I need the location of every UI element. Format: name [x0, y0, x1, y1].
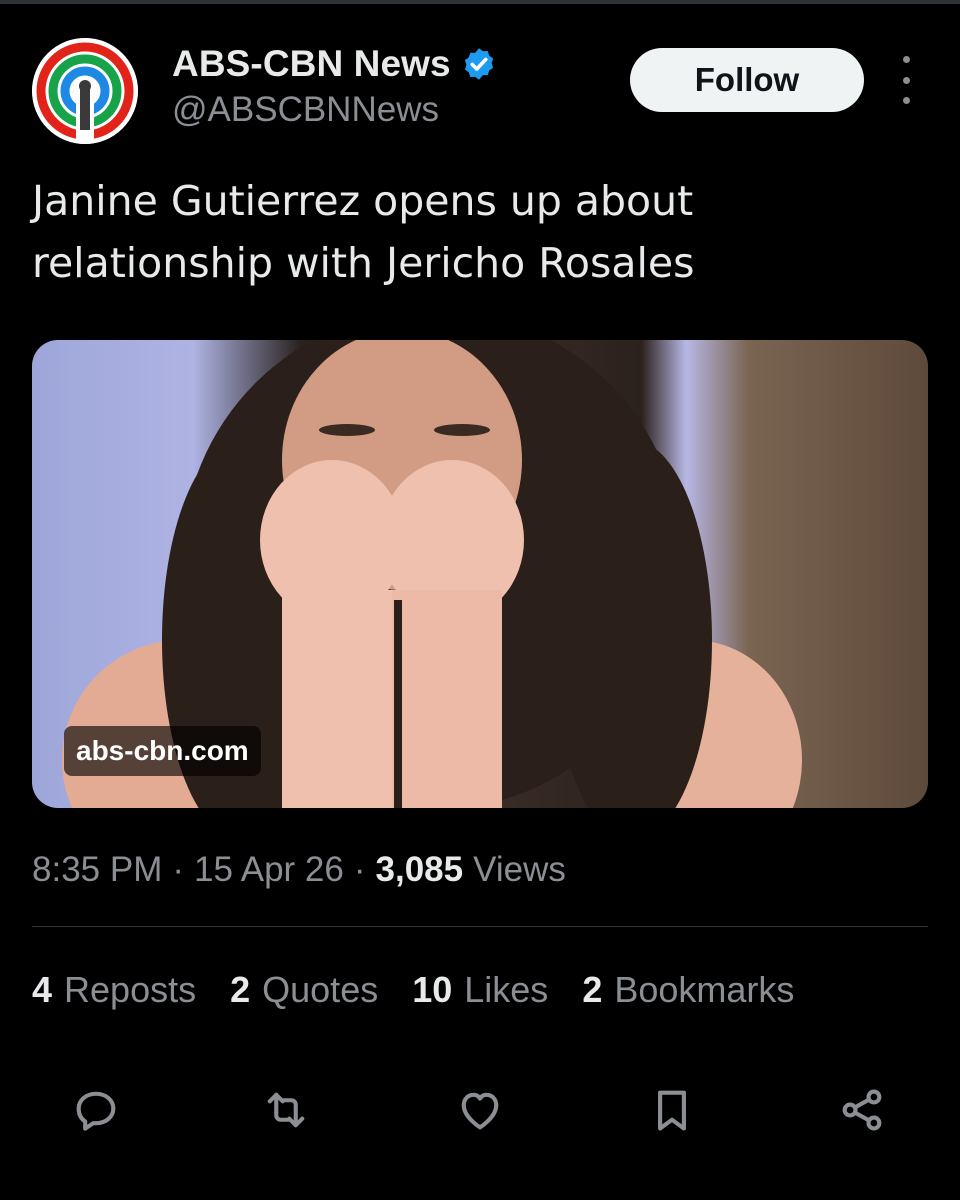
avatar[interactable]	[32, 38, 138, 144]
share-icon[interactable]	[834, 1082, 890, 1138]
link-domain-label[interactable]: abs-cbn.com	[64, 726, 261, 776]
engagement-stats: 4 Reposts 2 Quotes 10 Likes 2 Bookmarks	[32, 966, 828, 1014]
stat-label: Bookmarks	[614, 969, 795, 1010]
post-meta: 8:35 PM · 15 Apr 26 · 3,085 Views	[32, 846, 566, 894]
stat-label: Likes	[464, 969, 549, 1010]
post-text: Janine Gutierrez opens up about relation…	[32, 177, 695, 287]
reply-icon[interactable]	[68, 1082, 124, 1138]
bookmark-icon[interactable]	[644, 1082, 700, 1138]
divider	[32, 926, 928, 927]
verified-badge-icon	[464, 48, 493, 80]
author-handle[interactable]: @ABSCBNNews	[172, 90, 439, 130]
post-date[interactable]: 15 Apr 26	[194, 850, 344, 890]
author-name-row[interactable]: ABS-CBN News	[172, 42, 497, 86]
more-options-icon[interactable]	[890, 56, 922, 104]
repost-icon[interactable]	[258, 1082, 314, 1138]
top-divider	[0, 0, 960, 4]
stat-label: Quotes	[262, 969, 379, 1010]
follow-button[interactable]: Follow	[630, 48, 864, 112]
meta-separator: ·	[172, 850, 185, 889]
like-icon[interactable]	[452, 1082, 508, 1138]
views-label: Views	[473, 850, 566, 889]
stat-likes[interactable]: 10 Likes	[412, 969, 548, 1011]
stat-count: 4	[32, 969, 53, 1010]
stat-count: 2	[230, 969, 251, 1010]
stat-label: Reposts	[64, 969, 197, 1010]
stat-reposts[interactable]: 4 Reposts	[32, 969, 196, 1011]
abs-cbn-logo-icon	[32, 38, 138, 144]
post-time[interactable]: 8:35 PM	[32, 850, 162, 890]
stat-count: 10	[412, 969, 453, 1010]
stat-count: 2	[582, 969, 603, 1010]
stat-quotes[interactable]: 2 Quotes	[230, 969, 378, 1011]
views-count: 3,085	[375, 850, 464, 889]
author-display-name[interactable]: ABS-CBN News	[172, 43, 451, 85]
meta-separator: ·	[353, 850, 366, 889]
stat-bookmarks[interactable]: 2 Bookmarks	[582, 969, 794, 1011]
